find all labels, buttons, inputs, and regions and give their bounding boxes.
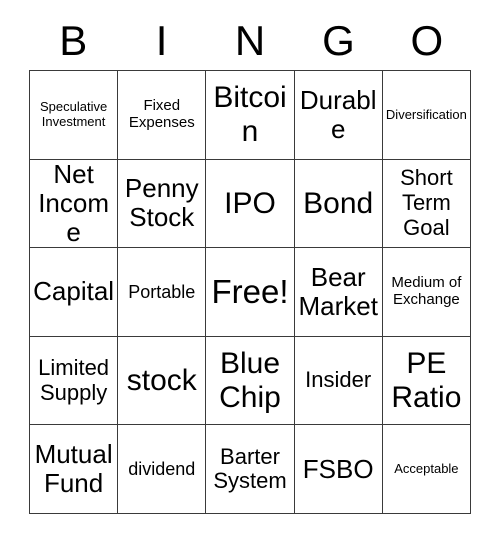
bingo-grid: Speculative Investment Fixed Expenses Bi… [29,70,471,514]
bingo-cell-o5[interactable]: Acceptable [382,425,471,514]
bingo-cell-g2[interactable]: Bond [294,159,383,249]
bingo-cell-g5[interactable]: FSBO [294,425,383,514]
bingo-cell-label: FSBO [302,453,374,484]
bingo-cell-o3[interactable]: Medium of Exchange [382,248,471,337]
bingo-cell-g1[interactable]: Durable [294,71,383,160]
bingo-cell-label: Blue Chip [219,347,281,414]
bingo-cell-label: Bond [303,186,374,220]
bingo-cell-label: Barter System [213,443,287,494]
bingo-cell-label: Insider [305,367,372,393]
bingo-cell-i1[interactable]: Fixed Expenses [118,71,207,160]
header-letter-g: G [322,17,355,64]
bingo-cell-i4[interactable]: stock [118,336,207,426]
bingo-cell-label: Bitcoin [213,81,287,148]
bingo-cell-n4[interactable]: Blue Chip [206,336,295,426]
bingo-header-row: B I N G O [29,12,471,70]
header-letter-n: N [234,17,266,64]
bingo-cell-label: Diversification [385,106,467,122]
bingo-cell-label: Portable [128,281,196,302]
bingo-cell-o2[interactable]: Short Term Goal [382,159,471,249]
bingo-cell-n2[interactable]: IPO [206,159,295,249]
bingo-cell-n1[interactable]: Bitcoin [206,71,295,160]
bingo-cell-o4[interactable]: PE Ratio [382,336,471,426]
bingo-cell-label: Durable [299,84,377,144]
bingo-cell-o1[interactable]: Diversification [382,71,471,160]
header-letter-b: B [59,17,88,64]
bingo-cell-g3[interactable]: Bear Market [294,248,383,337]
bingo-card: B I N G O Speculative Investment Fixed E… [0,0,500,544]
bingo-cell-label: Penny Stock [124,173,199,233]
bingo-cell-label: Capital [33,276,115,307]
bingo-cell-b1[interactable]: Speculative Investment [30,71,119,160]
header-letter-i: I [155,17,168,64]
header-letter-o: O [410,17,444,64]
bingo-cell-label: Fixed Expenses [128,97,195,131]
bingo-cell-label: stock [126,363,197,397]
bingo-cell-i2[interactable]: Penny Stock [118,159,207,249]
bingo-cell-b4[interactable]: Limited Supply [30,336,119,426]
bingo-cell-label: Acceptable [394,460,459,476]
bingo-cell-label: PE Ratio [391,347,462,414]
bingo-cell-label: dividend [128,459,196,480]
bingo-cell-free-space[interactable]: Free! [206,248,295,337]
bingo-cell-label: Medium of Exchange [391,274,462,308]
bingo-cell-b3[interactable]: Capital [30,248,119,337]
bingo-cell-label: IPO [224,186,276,220]
bingo-cell-g4[interactable]: Insider [294,336,383,426]
bingo-cell-label: Bear Market [298,261,378,321]
bingo-cell-label: Mutual Fund [34,439,113,499]
bingo-cell-i5[interactable]: dividend [118,425,207,514]
free-space-label: Free! [211,272,289,310]
bingo-cell-label: Net Income [38,159,109,247]
bingo-cell-i3[interactable]: Portable [118,248,207,337]
bingo-cell-b5[interactable]: Mutual Fund [30,425,119,514]
bingo-cell-label: Short Term Goal [400,165,453,240]
bingo-cell-label: Limited Supply [38,354,110,405]
bingo-cell-n5[interactable]: Barter System [206,425,295,514]
bingo-cell-b2[interactable]: Net Income [30,159,119,249]
bingo-cell-label: Speculative Investment [39,99,108,129]
